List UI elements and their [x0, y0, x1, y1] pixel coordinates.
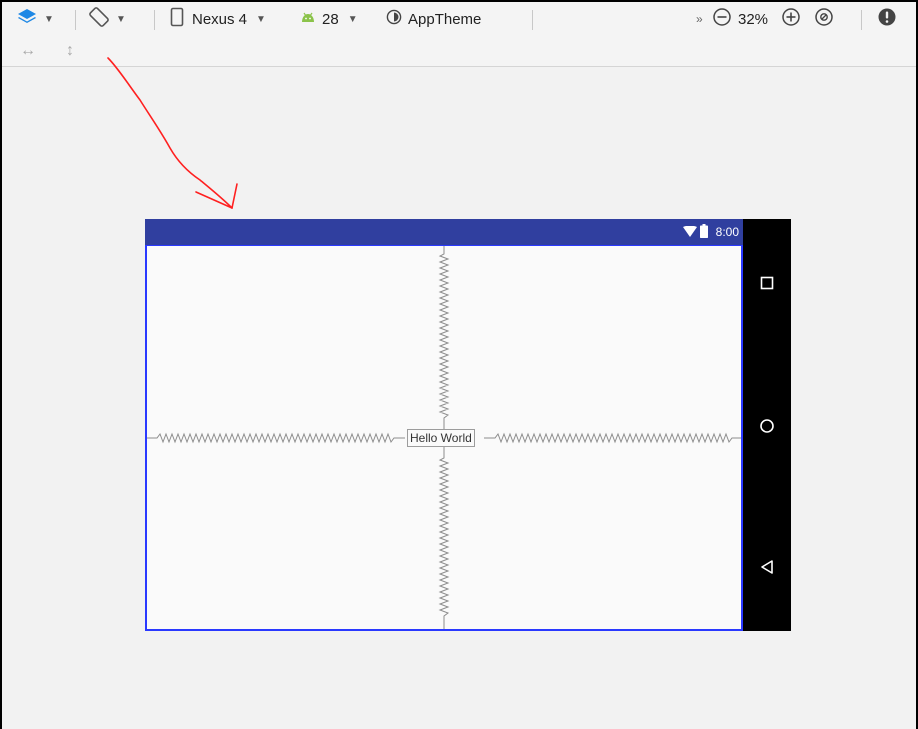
- back-icon[interactable]: [760, 559, 774, 580]
- hello-world-textview[interactable]: Hello World: [407, 429, 475, 447]
- navigation-bar: [743, 219, 791, 631]
- device-preview[interactable]: 8:00 Hello World: [145, 219, 791, 631]
- constraint-bottom: [438, 447, 450, 629]
- layout-canvas[interactable]: Hello World: [145, 245, 743, 631]
- constraint-right: [484, 432, 741, 444]
- recents-icon[interactable]: [760, 276, 774, 295]
- home-icon[interactable]: [759, 418, 775, 439]
- status-time: 8:00: [715, 225, 739, 239]
- status-bar: 8:00: [145, 219, 743, 245]
- battery-icon: [700, 224, 708, 243]
- constraint-top: [438, 246, 450, 429]
- constraint-left: [147, 432, 405, 444]
- wifi-icon: [683, 225, 697, 243]
